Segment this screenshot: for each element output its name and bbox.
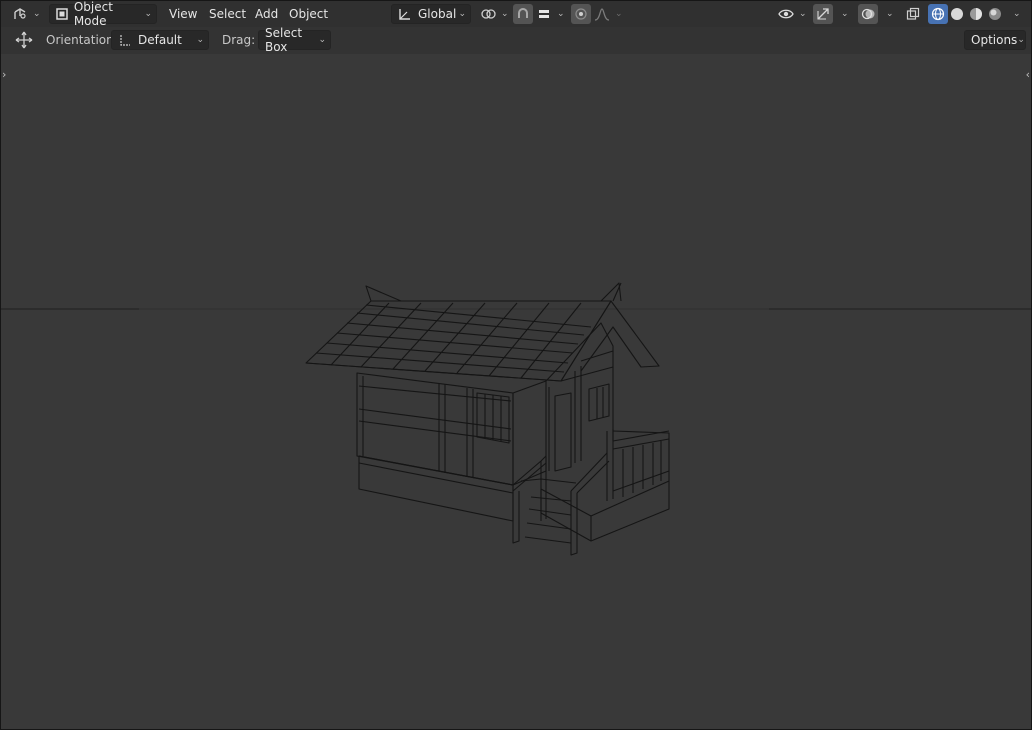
3d-viewport[interactable]: › ‹ [1, 54, 1031, 729]
xray-toggle[interactable] [903, 4, 923, 24]
blender-window: ⌄ Object Mode ⌄ View Select Add Object G… [0, 0, 1032, 730]
material-shading-icon [967, 5, 985, 23]
chevron-down-icon: ⌄ [33, 9, 41, 19]
proportional-edit-icon [572, 5, 590, 23]
orientation-value: Default [138, 33, 182, 47]
tool-settings-bar: Orientation: Default ⌄ Drag: Select Box … [1, 26, 1031, 54]
orientation-default-icon [116, 31, 134, 49]
snap-target-button[interactable]: ⌄ [535, 4, 565, 24]
wireframe-shading-button[interactable] [928, 4, 948, 24]
rendered-shading-icon [986, 5, 1004, 23]
rendered-shading-button[interactable] [986, 4, 1004, 24]
chevron-down-icon[interactable]: ⌄ [841, 4, 849, 24]
chevron-down-icon: ⌄ [615, 9, 623, 19]
pivot-point-icon [479, 5, 497, 23]
chevron-down-icon: ⌄ [196, 35, 204, 45]
pivot-point-button[interactable]: ⌄ [479, 4, 509, 24]
wireframe-shading-icon [929, 5, 947, 23]
material-shading-button[interactable] [967, 4, 985, 24]
menu-select[interactable]: Select [203, 4, 252, 24]
transform-orientation-dropdown[interactable]: Global ⌄ [391, 4, 471, 24]
chevron-down-icon: ⌄ [318, 35, 326, 45]
move-tool-icon[interactable] [15, 31, 33, 49]
drag-value: Select Box [265, 26, 303, 54]
xray-icon [904, 5, 922, 23]
gizmo-toggle[interactable] [813, 4, 833, 24]
drag-label: Drag: [222, 33, 256, 47]
transform-orientation-icon [396, 5, 414, 23]
chevron-down-icon: ⌄ [458, 9, 466, 19]
falloff-button[interactable]: ⌄ [593, 4, 623, 24]
editor-type-icon [11, 5, 29, 23]
gizmo-icon [814, 5, 832, 23]
chevron-down-icon: ⌄ [799, 9, 807, 19]
orientation-label: Orientation: [46, 33, 118, 47]
options-dropdown[interactable]: Options ⌄ [964, 30, 1026, 50]
object-mode-icon [54, 5, 71, 23]
viewport-header: ⌄ Object Mode ⌄ View Select Add Object G… [1, 0, 1031, 28]
proportional-edit-toggle[interactable] [571, 4, 591, 24]
chevron-down-icon[interactable]: ⌄ [886, 4, 894, 24]
solid-shading-button[interactable] [948, 4, 966, 24]
chevron-down-icon: ⌄ [144, 9, 152, 19]
mode-selector[interactable]: Object Mode ⌄ [49, 0, 157, 28]
chevron-down-icon: ⌄ [1017, 35, 1025, 45]
menu-add[interactable]: Add [249, 4, 284, 24]
visibility-button[interactable]: ⌄ [777, 4, 807, 24]
snap-toggle[interactable] [513, 4, 533, 24]
chevron-down-icon: ⌄ [557, 9, 565, 19]
chevron-down-icon: ⌄ [501, 9, 509, 19]
house-wireframe[interactable] [305, 282, 670, 556]
menu-object[interactable]: Object [283, 4, 334, 24]
orientation-global-label: Global [418, 7, 457, 21]
drag-dropdown[interactable]: Select Box ⌄ [258, 26, 331, 54]
editor-type-button[interactable]: ⌄ [11, 4, 41, 24]
overlays-toggle[interactable] [858, 4, 878, 24]
snap-increment-icon [535, 5, 553, 23]
eye-icon [777, 5, 795, 23]
viewport-scene [1, 282, 1031, 556]
snap-magnet-icon [514, 5, 532, 23]
mode-label: Object Mode [73, 0, 113, 28]
falloff-curve-icon [593, 5, 611, 23]
chevron-down-icon[interactable]: ⌄ [1013, 4, 1021, 24]
overlays-icon [859, 5, 877, 23]
menu-view[interactable]: View [163, 4, 203, 24]
options-label: Options [971, 33, 1018, 47]
orientation-dropdown[interactable]: Default ⌄ [111, 30, 209, 50]
solid-shading-icon [948, 5, 966, 23]
